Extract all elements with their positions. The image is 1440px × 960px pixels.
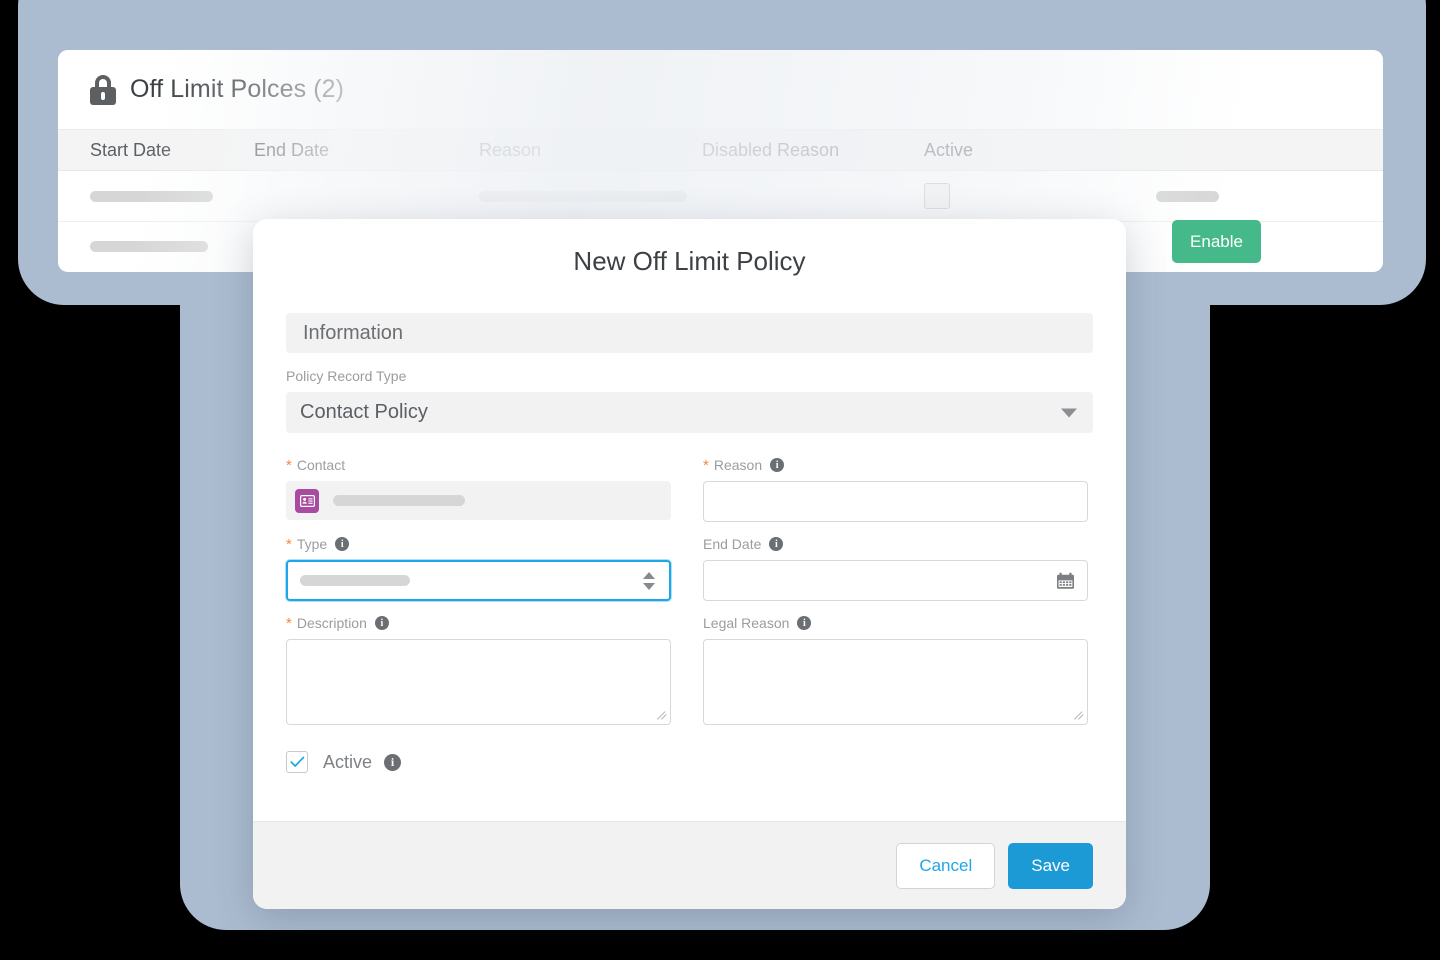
- resize-handle-icon[interactable]: [1073, 710, 1084, 721]
- column-header-reason[interactable]: Reason: [479, 140, 702, 161]
- field-group-end-date: End Date i: [703, 534, 1088, 601]
- contact-label-text: Contact: [296, 457, 346, 473]
- resize-handle-icon[interactable]: [656, 710, 667, 721]
- active-checkbox[interactable]: [286, 751, 308, 773]
- info-icon[interactable]: i: [384, 753, 402, 771]
- cancel-button[interactable]: Cancel: [896, 842, 996, 889]
- contact-label: * Contact: [286, 455, 671, 475]
- placeholder-bar: [1156, 190, 1219, 202]
- table-row[interactable]: [58, 171, 1383, 221]
- reason-input[interactable]: [703, 481, 1088, 522]
- info-icon[interactable]: i: [374, 616, 389, 630]
- info-icon[interactable]: i: [335, 537, 350, 551]
- end-date-input[interactable]: [703, 560, 1088, 601]
- policy-record-type-group: Policy Record Type Contact Policy: [286, 366, 1093, 433]
- placeholder-bar: [90, 190, 213, 202]
- cell-reason: [479, 190, 702, 202]
- field-group-contact: * Contact: [286, 455, 671, 522]
- type-label-text: Type: [296, 536, 328, 552]
- modal-footer: Cancel Save: [253, 821, 1126, 909]
- column-header-end-date[interactable]: End Date: [254, 140, 479, 161]
- field-group-active: Active i: [286, 751, 1093, 773]
- column-header-active[interactable]: Active: [924, 140, 1134, 161]
- info-icon[interactable]: i: [770, 458, 785, 472]
- screenshot-canvas: Off Limit Polces (2) Start Date End Date…: [0, 0, 1440, 960]
- column-header-disabled-reason[interactable]: Disabled Reason: [702, 140, 924, 161]
- reason-label-text: Reason: [713, 457, 763, 473]
- info-icon[interactable]: i: [769, 537, 784, 551]
- form-grid: * Contact * Reason i * Type i End Date i…: [286, 455, 1093, 737]
- field-group-description: * Description i: [286, 613, 671, 725]
- type-label: * Type i: [286, 534, 671, 554]
- row-active-checkbox[interactable]: [924, 183, 950, 209]
- field-group-type: * Type i: [286, 534, 671, 601]
- policy-record-type-label: Policy Record Type: [286, 368, 407, 384]
- placeholder-bar: [300, 575, 410, 586]
- contact-card-icon: [295, 488, 319, 513]
- description-textarea[interactable]: [286, 639, 671, 725]
- page-title: Off Limit Polces (2): [130, 75, 345, 103]
- reason-label: * Reason i: [703, 455, 1088, 475]
- save-button[interactable]: Save: [1008, 842, 1093, 889]
- type-input[interactable]: [286, 560, 671, 601]
- contact-input[interactable]: [286, 481, 671, 520]
- table-header-row: Start Date End Date Reason Disabled Reas…: [58, 129, 1383, 171]
- field-group-legal-reason: Legal Reason i: [703, 613, 1088, 725]
- stepper-arrows-icon[interactable]: [643, 571, 655, 590]
- check-icon: [289, 756, 304, 767]
- field-group-reason: * Reason i: [703, 455, 1088, 522]
- info-icon[interactable]: i: [797, 616, 812, 630]
- policy-record-type-select[interactable]: Contact Policy: [286, 392, 1093, 433]
- legal-reason-label-text: Legal Reason: [703, 615, 790, 631]
- card-header: Off Limit Polces (2): [58, 50, 1383, 129]
- policy-record-type-value: Contact Policy: [300, 401, 428, 423]
- placeholder-bar: [333, 495, 465, 506]
- cell-start-date: [58, 241, 254, 252]
- description-label: * Description i: [286, 613, 671, 633]
- cell-start-date: [58, 190, 254, 202]
- cell-actions: [1134, 190, 1334, 202]
- required-asterisk: *: [286, 535, 292, 553]
- end-date-label-text: End Date: [703, 536, 762, 552]
- chevron-down-icon: [1061, 408, 1077, 417]
- required-asterisk: *: [286, 614, 292, 632]
- end-date-label: End Date i: [703, 534, 1088, 554]
- required-asterisk: *: [286, 456, 292, 474]
- enable-button[interactable]: Enable: [1172, 220, 1261, 263]
- modal-body: Information Policy Record Type Contact P…: [253, 283, 1126, 821]
- legal-reason-label: Legal Reason i: [703, 613, 1088, 633]
- description-label-text: Description: [296, 615, 367, 631]
- legal-reason-textarea[interactable]: [703, 639, 1088, 725]
- cell-active: [924, 183, 1134, 209]
- calendar-icon[interactable]: [1056, 572, 1075, 590]
- column-header-start-date[interactable]: Start Date: [58, 140, 254, 161]
- lock-icon: [90, 74, 116, 105]
- active-label: Active: [323, 751, 373, 772]
- section-header-information: Information: [286, 313, 1093, 353]
- placeholder-bar: [90, 241, 208, 252]
- modal-title: New Off Limit Policy: [573, 246, 806, 276]
- placeholder-bar: [479, 190, 687, 202]
- new-off-limit-policy-modal: New Off Limit Policy Information Policy …: [253, 219, 1126, 909]
- required-asterisk: *: [703, 456, 709, 474]
